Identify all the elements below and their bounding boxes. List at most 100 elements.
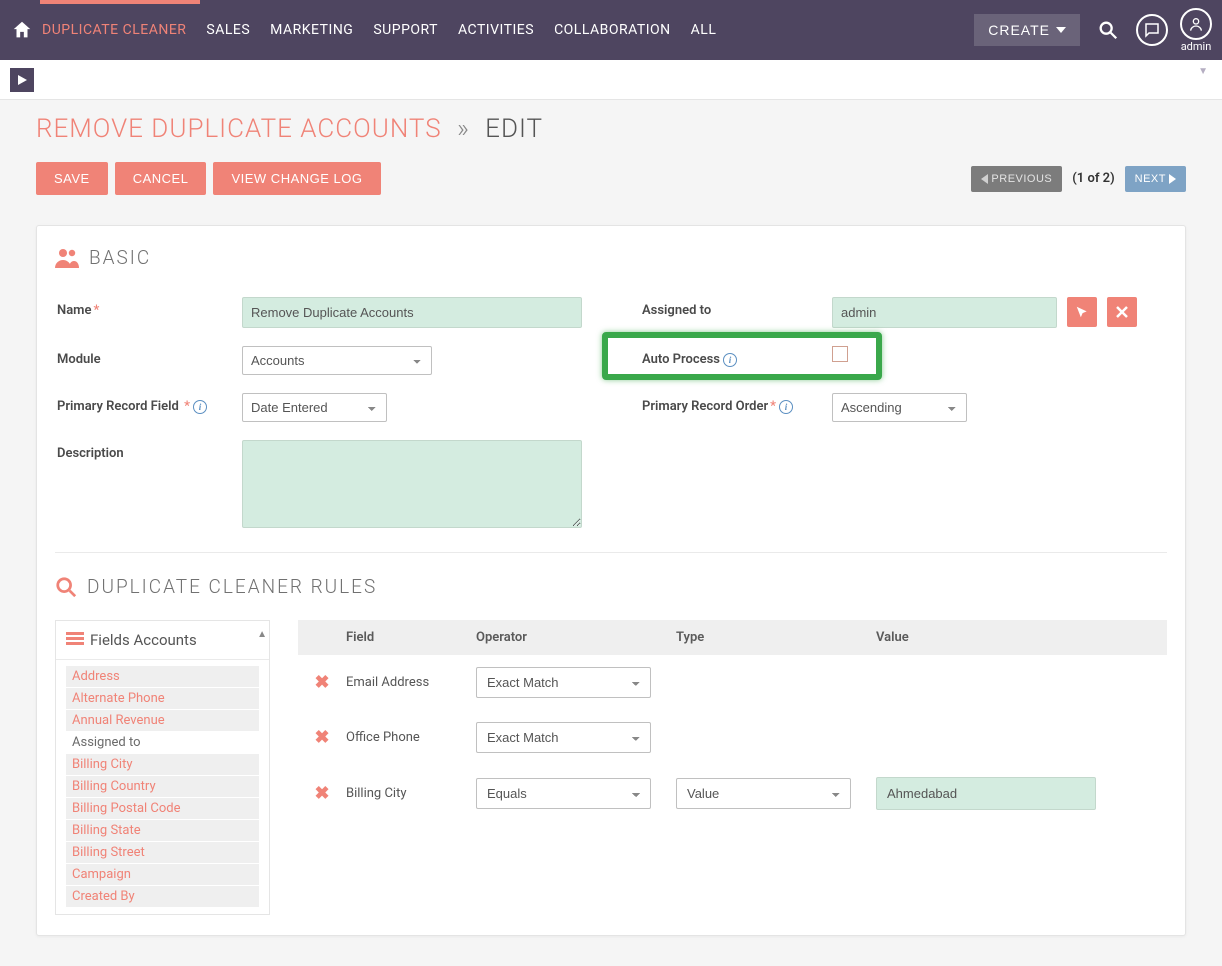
label-module: Module <box>57 346 242 367</box>
nav-sales[interactable]: SALES <box>206 22 250 38</box>
nav-items: DUPLICATE CLEANER SALES MARKETING SUPPOR… <box>42 22 716 38</box>
create-button[interactable]: CREATE <box>974 14 1080 46</box>
save-button[interactable]: SAVE <box>36 162 108 195</box>
field-item[interactable]: Billing Postal Code <box>66 798 259 819</box>
nav-support[interactable]: SUPPORT <box>373 22 438 38</box>
label-primary-record-order: Primary Record Order*i <box>642 393 832 414</box>
breadcrumb-sep: » <box>457 114 470 144</box>
info-icon[interactable]: i <box>193 400 207 414</box>
pager: PREVIOUS (1 of 2) NEXT <box>971 166 1186 192</box>
pager-position: (1 of 2) <box>1072 171 1114 186</box>
rules-header-label: DUPLICATE CLEANER RULES <box>87 575 377 598</box>
rule-operator-select[interactable]: Exact Match <box>476 722 651 753</box>
previous-button[interactable]: PREVIOUS <box>971 166 1062 192</box>
next-label: NEXT <box>1135 173 1166 185</box>
breadcrumb-link[interactable]: REMOVE DUPLICATE ACCOUNTS <box>36 114 442 144</box>
field-item[interactable]: Annual Revenue <box>66 710 259 731</box>
field-item[interactable]: Billing State <box>66 820 259 841</box>
rule-row: ✖Email AddressExact Match <box>298 655 1167 710</box>
rule-field-label: Office Phone <box>346 730 476 745</box>
play-icon[interactable] <box>10 68 34 92</box>
field-item[interactable]: Campaign <box>66 864 259 885</box>
description-field[interactable] <box>242 440 582 528</box>
field-item: Assigned to <box>66 732 259 753</box>
nav-duplicate-cleaner[interactable]: DUPLICATE CLEANER <box>42 22 186 38</box>
rules-table: Field Operator Type Value ✖Email Address… <box>298 620 1167 822</box>
col-field: Field <box>346 630 476 645</box>
delete-rule-button[interactable]: ✖ <box>298 783 346 804</box>
rule-field-label: Billing City <box>346 786 476 801</box>
col-value: Value <box>876 630 1106 645</box>
fields-list[interactable]: AddressAlternate PhoneAnnual RevenueAssi… <box>56 660 269 914</box>
clear-user-button[interactable] <box>1107 297 1137 327</box>
rule-row: ✖Billing CityEquals Value <box>298 765 1167 822</box>
user-label: admin <box>1181 40 1212 53</box>
magnifier-icon <box>55 576 77 598</box>
name-field[interactable] <box>242 297 582 328</box>
next-button[interactable]: NEXT <box>1125 166 1186 192</box>
rules-header: DUPLICATE CLEANER RULES <box>55 575 1167 598</box>
field-item[interactable]: Billing Country <box>66 776 259 797</box>
nav-marketing[interactable]: MARKETING <box>270 22 353 38</box>
chevron-left-icon <box>981 174 988 184</box>
chevron-down-icon[interactable]: ▼ <box>1198 66 1208 77</box>
info-icon[interactable]: i <box>779 400 793 414</box>
active-tab-indicator <box>40 0 200 4</box>
close-icon <box>1116 306 1128 318</box>
basic-header-label: BASIC <box>89 246 151 269</box>
chevron-right-icon <box>1169 174 1176 184</box>
basic-header: BASIC <box>55 246 1167 269</box>
top-nav: DUPLICATE CLEANER SALES MARKETING SUPPOR… <box>0 0 1222 60</box>
field-item[interactable]: Billing Street <box>66 842 259 863</box>
assigned-to-field[interactable] <box>832 297 1057 328</box>
previous-label: PREVIOUS <box>991 173 1052 185</box>
field-item[interactable]: Billing City <box>66 754 259 775</box>
page-title: REMOVE DUPLICATE ACCOUNTS » EDIT <box>36 114 1186 144</box>
col-type: Type <box>676 630 876 645</box>
label-name: Name* <box>57 297 242 318</box>
rule-field-label: Email Address <box>346 675 476 690</box>
home-icon[interactable] <box>10 18 34 42</box>
list-icon <box>66 632 84 648</box>
cancel-button[interactable]: CANCEL <box>115 162 207 195</box>
view-change-log-button[interactable]: VIEW CHANGE LOG <box>213 162 380 195</box>
select-user-button[interactable] <box>1067 297 1097 327</box>
field-item[interactable]: Address <box>66 666 259 687</box>
rule-row: ✖Office PhoneExact Match <box>298 710 1167 765</box>
rules-table-head: Field Operator Type Value <box>298 620 1167 655</box>
user-icon <box>1180 8 1212 40</box>
delete-rule-button[interactable]: ✖ <box>298 727 346 748</box>
chevron-down-icon <box>1056 27 1066 33</box>
fields-panel-header: Fields Accounts <box>56 629 269 660</box>
scroll-up-icon[interactable]: ▲ <box>257 629 267 640</box>
user-menu[interactable]: admin <box>1180 8 1212 53</box>
rules-body: ▲ Fields Accounts AddressAlternate Phone… <box>55 620 1167 915</box>
nav-right: CREATE admin <box>974 8 1212 53</box>
module-select[interactable]: Accounts <box>242 346 432 375</box>
delete-rule-button[interactable]: ✖ <box>298 672 346 693</box>
auto-process-checkbox[interactable] <box>832 346 848 362</box>
nav-all[interactable]: ALL <box>691 22 717 38</box>
field-item[interactable]: Alternate Phone <box>66 688 259 709</box>
rule-operator-select[interactable]: Exact Match <box>476 667 651 698</box>
chat-icon[interactable] <box>1136 14 1168 46</box>
nav-collaboration[interactable]: COLLABORATION <box>554 22 671 38</box>
action-row: SAVE CANCEL VIEW CHANGE LOG PREVIOUS (1 … <box>36 162 1186 195</box>
field-item[interactable]: Created By <box>66 886 259 907</box>
info-icon[interactable]: i <box>723 353 737 367</box>
rule-operator-select[interactable]: Equals <box>476 778 651 809</box>
label-description: Description <box>57 440 242 461</box>
fields-panel-title: Fields Accounts <box>90 631 197 649</box>
label-auto-process: Auto Processi <box>642 346 832 367</box>
page-content: REMOVE DUPLICATE ACCOUNTS » EDIT SAVE CA… <box>0 100 1222 966</box>
rule-value-input[interactable] <box>876 777 1096 810</box>
nav-activities[interactable]: ACTIVITIES <box>458 22 534 38</box>
secondary-bar: ▼ <box>0 60 1222 100</box>
rule-type-select[interactable]: Value <box>676 778 851 809</box>
fields-panel: ▲ Fields Accounts AddressAlternate Phone… <box>55 620 270 915</box>
primary-record-order-select[interactable]: Ascending <box>832 393 967 422</box>
primary-record-field-select[interactable]: Date Entered <box>242 393 387 422</box>
cursor-icon <box>1075 305 1089 319</box>
search-icon[interactable] <box>1092 14 1124 46</box>
col-operator: Operator <box>476 630 676 645</box>
